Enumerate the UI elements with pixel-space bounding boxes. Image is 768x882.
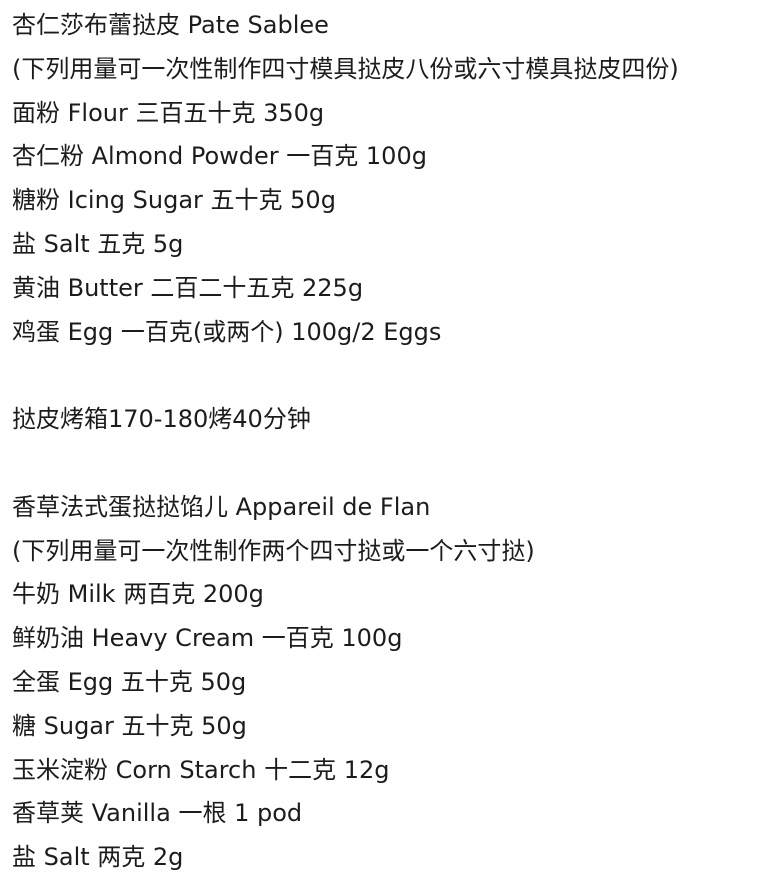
section-title-pate-sablee: 杏仁莎布蕾挞皮 Pate Sablee — [12, 11, 329, 39]
ingredient-flour: 面粉 Flour 三百五十克 350g — [12, 98, 325, 127]
ingredient-egg: 鸡蛋 Egg 一百克(或两个) 100g/2 Eggs — [12, 317, 442, 346]
ingredient-whole-egg: 全蛋 Egg 五十克 50g — [12, 667, 247, 696]
ingredient-corn-starch: 玉米淀粉 Corn Starch 十二克 12g — [12, 755, 390, 784]
ingredient-butter: 黄油 Butter 二百二十五克 225g — [12, 273, 364, 302]
ingredient-salt: 盐 Salt 五克 5g — [12, 229, 184, 258]
baking-instruction: 挞皮烤箱170-180烤40分钟 — [12, 405, 311, 434]
section-note-flan: (下列用量可一次性制作两个四寸挞或一个六寸挞) — [12, 536, 535, 565]
ingredient-heavy-cream: 鲜奶油 Heavy Cream 一百克 100g — [12, 624, 403, 653]
section-title-flan: 香草法式蛋挞挞馅儿 Appareil de Flan — [12, 492, 431, 521]
recipe-document: 杏仁莎布蕾挞皮 Pate Sablee (下列用量可一次性制作四寸模具挞皮八份或… — [12, 4, 762, 880]
ingredient-salt: 盐 Salt 两克 2g — [12, 843, 184, 872]
ingredient-almond-powder: 杏仁粉 Almond Powder 一百克 100g — [12, 142, 427, 171]
ingredient-vanilla: 香草荚 Vanilla 一根 1 pod — [12, 799, 303, 828]
ingredient-sugar: 糖 Sugar 五十克 50g — [12, 711, 247, 740]
ingredient-milk: 牛奶 Milk 两百克 200g — [12, 580, 264, 609]
ingredient-icing-sugar: 糖粉 Icing Sugar 五十克 50g — [12, 186, 336, 215]
section-note-pate-sablee: (下列用量可一次性制作四寸模具挞皮八份或六寸模具挞皮四份) — [12, 54, 679, 83]
